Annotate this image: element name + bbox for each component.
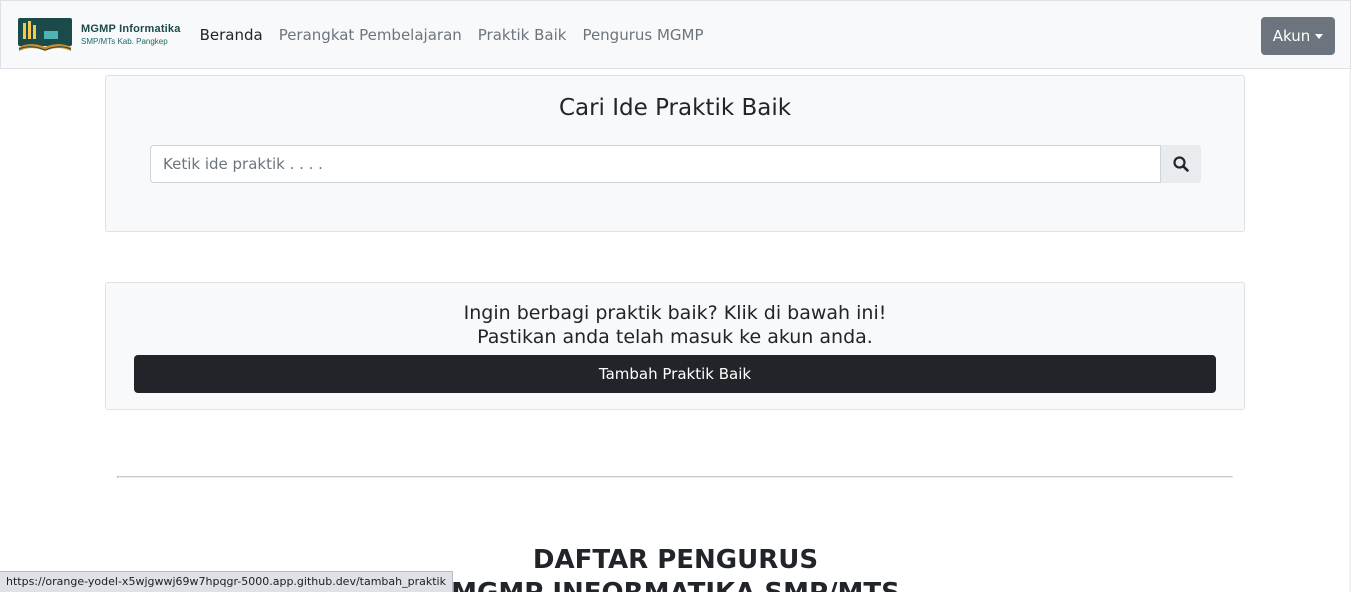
brand-logo-icon	[17, 17, 73, 53]
search-icon	[1173, 156, 1189, 172]
nav-links: Beranda Perangkat Pembelajaran Praktik B…	[200, 26, 720, 44]
nav-link-perangkat-pembelajaran[interactable]: Perangkat Pembelajaran	[279, 26, 462, 44]
chevron-down-icon	[1315, 33, 1324, 39]
pengurus-heading-line2: MGMP INFORMATIKA SMP/MTS	[451, 578, 900, 592]
search-title: Cari Ide Praktik Baik	[558, 95, 792, 121]
share-login-note: Pastikan anda telah masuk ke akun anda.	[477, 326, 873, 348]
pengurus-heading-line1: DAFTAR PENGURUS	[532, 545, 819, 575]
brand-link[interactable]: MGMP Informatika SMP/MTs Kab. Pangkep	[17, 17, 181, 53]
brand-text: MGMP Informatika SMP/MTs Kab. Pangkep	[81, 23, 181, 46]
status-bar-url: https://orange-yodel-x5wjgwwj69w7hpqgr-5…	[0, 571, 453, 592]
navbar: MGMP Informatika SMP/MTs Kab. Pangkep Be…	[0, 0, 1351, 69]
share-prompt: Ingin berbagi praktik baik? Klik di bawa…	[463, 302, 887, 324]
search-card: Cari Ide Praktik Baik	[105, 75, 1245, 232]
brand-title: MGMP Informatika	[81, 23, 181, 35]
nav-link-pengurus-mgmp[interactable]: Pengurus MGMP	[582, 26, 703, 44]
brand-subtitle: SMP/MTs Kab. Pangkep	[81, 37, 168, 46]
add-praktik-baik-button[interactable]: Tambah Praktik Baik	[134, 355, 1216, 393]
share-card: Ingin berbagi praktik baik? Klik di bawa…	[105, 282, 1245, 410]
search-button[interactable]	[1161, 145, 1201, 183]
nav-link-beranda[interactable]: Beranda	[200, 26, 263, 44]
nav-link-praktik-baik[interactable]: Praktik Baik	[478, 26, 567, 44]
account-dropdown-button[interactable]: Akun	[1261, 17, 1335, 55]
account-label: Akun	[1272, 27, 1311, 45]
section-divider	[117, 476, 1233, 478]
search-input[interactable]	[150, 145, 1161, 183]
